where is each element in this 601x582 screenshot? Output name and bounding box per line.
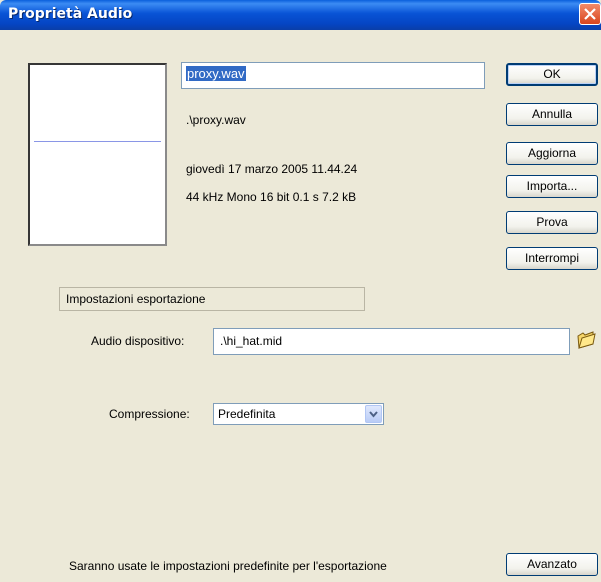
compression-value: Predefinita	[218, 407, 276, 421]
export-note: Saranno usate le impostazioni predefinit…	[69, 559, 387, 573]
device-path-input[interactable]: .\hi_hat.mid	[213, 328, 570, 355]
sound-path: .\proxy.wav	[186, 113, 246, 127]
update-button[interactable]: Aggiorna	[506, 142, 598, 165]
close-icon	[584, 8, 596, 20]
folder-icon[interactable]	[576, 329, 596, 354]
ok-button[interactable]: OK	[506, 63, 598, 86]
title-bar[interactable]: Proprietà Audio	[0, 0, 601, 30]
chevron-down-icon	[369, 411, 378, 418]
sound-name-input[interactable]: proxy.wav	[181, 62, 485, 89]
advanced-button[interactable]: Avanzato	[506, 553, 598, 576]
waveform-preview	[28, 63, 167, 246]
audio-properties-dialog: Proprietà Audio proxy.wav .\proxy.wav gi…	[0, 0, 601, 582]
stop-button[interactable]: Interrompi	[506, 247, 598, 270]
dropdown-button[interactable]	[365, 405, 382, 423]
compression-label: Compressione:	[109, 407, 190, 421]
close-button[interactable]	[579, 3, 601, 25]
sound-date: giovedì 17 marzo 2005 11.44.24	[186, 162, 358, 176]
sound-name-value: proxy.wav	[186, 66, 246, 81]
test-button[interactable]: Prova	[506, 211, 598, 234]
compression-select[interactable]: Predefinita	[213, 403, 384, 425]
waveform-line	[34, 141, 161, 142]
export-settings-header: Impostazioni esportazione	[59, 287, 365, 311]
cancel-button[interactable]: Annulla	[506, 103, 598, 126]
window-title: Proprietà Audio	[8, 6, 133, 22]
device-label: Audio dispositivo:	[91, 334, 185, 348]
sound-format: 44 kHz Mono 16 bit 0.1 s 7.2 kB	[186, 190, 357, 204]
import-button[interactable]: Importa...	[506, 175, 598, 198]
